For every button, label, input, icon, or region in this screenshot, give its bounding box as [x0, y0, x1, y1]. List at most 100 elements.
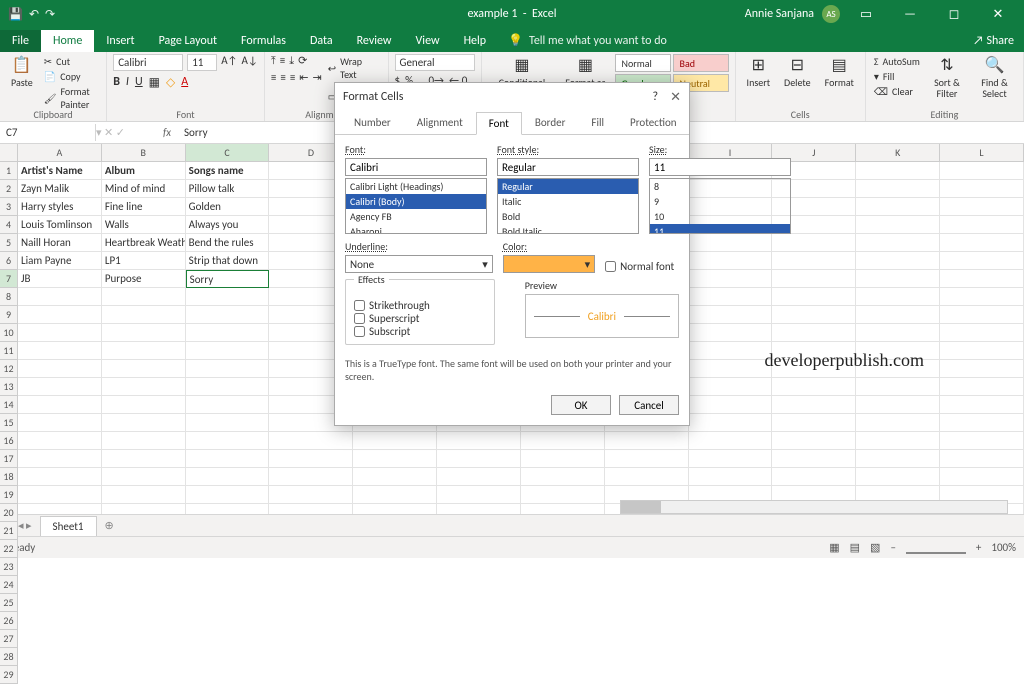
cell[interactable] [772, 396, 856, 414]
cell[interactable] [18, 486, 102, 504]
sheet-nav[interactable]: ◂ ▸ [18, 519, 32, 532]
dlg-tab-fill[interactable]: Fill [578, 111, 617, 134]
dlg-tab-protection[interactable]: Protection [617, 111, 690, 134]
row-header[interactable]: 2 [0, 180, 18, 198]
delete-cells-button[interactable]: ⊟Delete [779, 54, 816, 91]
cell[interactable] [18, 288, 102, 306]
list-item[interactable]: Aharoni [346, 224, 486, 234]
cell[interactable] [102, 432, 186, 450]
cell[interactable]: LP1 [102, 252, 186, 270]
cell[interactable] [269, 504, 353, 514]
cell[interactable]: Mind of mind [102, 180, 186, 198]
row-header[interactable]: 20 [0, 504, 18, 522]
cell[interactable] [856, 216, 940, 234]
cell[interactable] [18, 342, 102, 360]
style-bad[interactable]: Bad [673, 54, 729, 72]
cell[interactable] [940, 162, 1024, 180]
cell[interactable] [605, 432, 689, 450]
fontstyle-input[interactable] [497, 158, 639, 176]
cell[interactable] [940, 288, 1024, 306]
row-header[interactable]: 14 [0, 396, 18, 414]
cell[interactable] [856, 162, 940, 180]
cell[interactable] [856, 288, 940, 306]
horizontal-scrollbar[interactable] [620, 500, 1008, 514]
cell[interactable] [18, 306, 102, 324]
cell[interactable]: Sorry [186, 270, 270, 288]
cell[interactable] [102, 288, 186, 306]
row-header[interactable]: 10 [0, 324, 18, 342]
cell[interactable] [940, 414, 1024, 432]
cell[interactable]: Louis Tomlinson [18, 216, 102, 234]
cell[interactable] [940, 306, 1024, 324]
redo-icon[interactable]: ↷ [45, 7, 55, 22]
minimize-icon[interactable]: — [892, 7, 928, 22]
name-box[interactable]: C7 [0, 124, 96, 141]
cell[interactable] [18, 468, 102, 486]
cell[interactable] [772, 414, 856, 432]
italic-button[interactable]: I [126, 75, 129, 90]
select-all-corner[interactable] [0, 144, 18, 162]
cell[interactable] [186, 342, 270, 360]
cell[interactable] [856, 324, 940, 342]
cell[interactable]: Naill Horan [18, 234, 102, 252]
cell[interactable] [772, 270, 856, 288]
cell[interactable] [689, 288, 773, 306]
list-item[interactable]: Calibri Light (Headings) [346, 179, 486, 194]
row-header[interactable]: 6 [0, 252, 18, 270]
cell[interactable] [186, 486, 270, 504]
tellme[interactable]: 💡Tell me what you want to do [498, 29, 677, 52]
row-header[interactable]: 3 [0, 198, 18, 216]
dlg-tab-number[interactable]: Number [341, 111, 404, 134]
undo-icon[interactable]: ↶ [29, 7, 39, 22]
cell[interactable] [689, 450, 773, 468]
cell[interactable]: Album [102, 162, 186, 180]
cell[interactable] [940, 360, 1024, 378]
cell[interactable] [18, 450, 102, 468]
dlg-tab-font[interactable]: Font [476, 112, 522, 135]
font-name-combo[interactable]: Calibri [113, 54, 183, 71]
cell[interactable] [186, 414, 270, 432]
cell[interactable] [186, 468, 270, 486]
autosum-button[interactable]: ΣAutoSum [872, 54, 922, 69]
cell[interactable] [521, 468, 605, 486]
tab-insert[interactable]: Insert [94, 30, 146, 52]
cell[interactable] [186, 288, 270, 306]
format-cells-button[interactable]: ▤Format [820, 54, 859, 91]
cell[interactable] [772, 378, 856, 396]
wrap-text-button[interactable]: ↩Wrap Text [326, 54, 382, 82]
row-header[interactable]: 9 [0, 306, 18, 324]
cell[interactable] [521, 432, 605, 450]
copy-button[interactable]: 📄Copy [42, 69, 100, 84]
cell[interactable] [353, 450, 437, 468]
cell[interactable] [856, 234, 940, 252]
cell[interactable] [605, 450, 689, 468]
size-list[interactable]: 8910111214 [649, 178, 791, 234]
dialog-close-icon[interactable]: ✕ [670, 90, 681, 105]
row-header[interactable]: 7 [0, 270, 18, 288]
underline-button[interactable]: U [135, 75, 143, 90]
border-button[interactable]: ▦ [149, 75, 160, 90]
tab-pagelayout[interactable]: Page Layout [147, 30, 229, 52]
fx-icon[interactable]: fx [156, 126, 178, 139]
cell[interactable] [18, 396, 102, 414]
cell[interactable] [689, 378, 773, 396]
list-item[interactable]: 9 [650, 194, 790, 209]
sheet-tab[interactable]: Sheet1 [40, 516, 97, 536]
cell[interactable]: Walls [102, 216, 186, 234]
col-header[interactable]: B [102, 144, 186, 162]
cell[interactable]: Golden [186, 198, 270, 216]
cell[interactable] [18, 360, 102, 378]
paste-button[interactable]: 📋Paste [6, 54, 38, 91]
col-header[interactable]: K [856, 144, 940, 162]
tab-home[interactable]: Home [41, 30, 94, 52]
row-header[interactable]: 28 [0, 648, 18, 666]
align-mid-icon[interactable]: ≡ [280, 54, 285, 68]
cell[interactable] [940, 198, 1024, 216]
list-item[interactable]: Bold [498, 209, 638, 224]
decrease-font-icon[interactable]: A↓ [242, 54, 258, 71]
color-combo[interactable]: ▾ [503, 255, 595, 273]
cell[interactable] [437, 504, 521, 514]
underline-combo[interactable]: None▾ [345, 255, 493, 273]
cell[interactable] [353, 486, 437, 504]
tab-file[interactable]: File [0, 30, 41, 52]
